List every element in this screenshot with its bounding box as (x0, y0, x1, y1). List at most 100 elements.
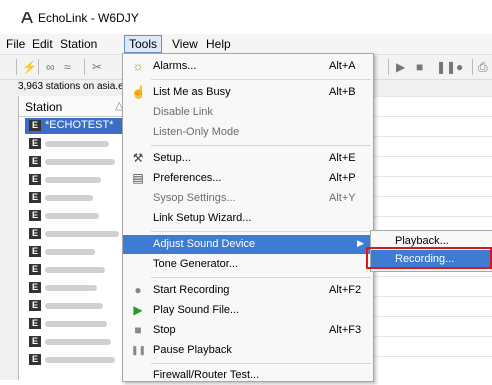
menu-item-label: Start Recording (153, 284, 230, 296)
station-row[interactable]: E (25, 352, 129, 368)
toolbar-separator (16, 59, 17, 75)
lightning-icon[interactable]: ⚡ (22, 59, 37, 75)
station-row[interactable]: E (25, 334, 129, 350)
menu-item-preferences[interactable]: ▤ Preferences... Alt+P (123, 169, 373, 188)
station-icon: E (29, 174, 41, 185)
station-icon: E (29, 282, 41, 293)
station-row[interactable]: E (25, 262, 129, 278)
menu-item-label: Firewall/Router Test... (153, 369, 260, 381)
station-row[interactable]: E (25, 226, 129, 242)
stop-icon[interactable]: ■ (416, 59, 423, 75)
menu-item-list-me-as-busy[interactable]: ☝ List Me as Busy Alt+B (123, 83, 373, 102)
station-icon: E (29, 336, 41, 347)
toolbar-separator (388, 59, 389, 75)
menu-item-label: Preferences... (153, 172, 222, 184)
blurred-station-name (45, 357, 115, 363)
scissors-icon[interactable]: ✂ (92, 59, 102, 75)
menu-view[interactable]: View (172, 37, 198, 51)
station-icon: E (29, 264, 41, 275)
menu-item-shortcut: Alt+B (329, 86, 356, 98)
station-row[interactable]: E (25, 172, 129, 188)
submenu-item-label: Playback... (395, 235, 449, 247)
station-icon: E (29, 120, 41, 131)
blurred-station-name (45, 177, 101, 183)
menu-item-start-recording[interactable]: ● Start Recording Alt+F2 (123, 281, 373, 300)
menu-item-alarms[interactable]: ☼ Alarms... Alt+A (123, 57, 373, 76)
menu-item-disable-link[interactable]: Disable Link (123, 103, 373, 122)
menu-item-stop[interactable]: ■ Stop Alt+F3 (123, 321, 373, 340)
title-bar: EchoLink - W6DJY (0, 0, 492, 34)
menu-tools[interactable]: Tools (124, 35, 163, 53)
blurred-station-name (45, 141, 109, 147)
grid-line (370, 116, 492, 117)
menu-item-pause-playback[interactable]: ❚❚ Pause Playback (123, 341, 373, 360)
menu-edit[interactable]: Edit (32, 37, 53, 51)
station-row[interactable]: E (25, 154, 129, 170)
menu-bar: File Edit Station Tools View Help (0, 34, 492, 55)
menu-item-label: Tone Generator... (153, 258, 238, 270)
grid-line (370, 196, 492, 197)
menu-item-label: Play Sound File... (153, 304, 240, 316)
submenu-arrow-icon: ▶ (357, 238, 364, 248)
menu-item-adjust-sound-device[interactable]: Adjust Sound Device ▶ (123, 235, 373, 254)
menu-item-label: Listen-Only Mode (153, 126, 240, 138)
menu-item-tone-generator[interactable]: Tone Generator... (123, 255, 373, 274)
disconnect-icon[interactable]: ≈ (64, 59, 71, 75)
station-row[interactable]: E (25, 298, 129, 314)
tools-menu: ☼ Alarms... Alt+A ☝ List Me as Busy Alt+… (122, 53, 374, 382)
menu-item-shortcut: Alt+A (329, 60, 356, 72)
blurred-station-name (45, 339, 111, 345)
grid-line (370, 176, 492, 177)
menu-station[interactable]: Station (60, 37, 97, 51)
menu-item-sysop-settings[interactable]: Sysop Settings... Alt+Y (123, 189, 373, 208)
station-count: 3,963 stations on asia.e (18, 81, 124, 92)
print-icon[interactable]: ⎙ (478, 59, 488, 75)
station-icon: E (29, 246, 41, 257)
blurred-station-name (45, 159, 115, 165)
toolbar-separator (472, 59, 473, 75)
blurred-station-name (45, 231, 119, 237)
stop-icon: ■ (134, 323, 142, 337)
alarm-icon: ☼ (132, 59, 144, 73)
blurred-station-name (45, 321, 107, 327)
menu-item-listen-only-mode[interactable]: Listen-Only Mode (123, 123, 373, 142)
menu-item-setup[interactable]: ⚒ Setup... Alt+E (123, 149, 373, 168)
station-icon: E (29, 300, 41, 311)
station-column-header[interactable]: Station △ (19, 96, 129, 117)
grid-line (370, 296, 492, 297)
menu-item-label: List Me as Busy (153, 86, 231, 98)
grid-line (370, 216, 492, 217)
echolink-icon (20, 11, 34, 25)
pause-icon[interactable]: ❚❚ (436, 59, 456, 75)
menu-file[interactable]: File (6, 37, 25, 51)
menu-help[interactable]: Help (206, 37, 231, 51)
grid-line (370, 316, 492, 317)
station-row[interactable]: E (25, 208, 129, 224)
menu-item-play-sound-file[interactable]: ▶ Play Sound File... (123, 301, 373, 320)
menu-item-firewall-router-test[interactable]: Firewall/Router Test... (123, 366, 373, 385)
menu-item-shortcut: Alt+Y (329, 192, 356, 204)
station-row-selected[interactable]: E *ECHOTEST* (25, 118, 129, 134)
station-row[interactable]: E (25, 244, 129, 260)
pause-icon: ❚❚ (131, 345, 147, 355)
connect-icon[interactable]: ∞ (46, 59, 55, 75)
menu-separator (151, 231, 371, 232)
menu-separator (151, 277, 371, 278)
menu-item-label: Stop (153, 324, 176, 336)
station-row[interactable]: E (25, 136, 129, 152)
toolbar-separator (38, 59, 39, 75)
station-row[interactable]: E (25, 316, 129, 332)
menu-separator (151, 79, 371, 80)
busy-icon: ☝ (131, 85, 146, 99)
menu-separator (151, 145, 371, 146)
menu-item-label: Disable Link (153, 106, 213, 118)
menu-item-link-setup-wizard[interactable]: Link Setup Wizard... (123, 209, 373, 228)
blurred-station-name (45, 285, 97, 291)
play-icon[interactable]: ▶ (396, 59, 405, 75)
station-row[interactable]: E (25, 280, 129, 296)
grid-line (370, 96, 492, 97)
menu-item-shortcut: Alt+P (329, 172, 356, 184)
toolbar-separator (84, 59, 85, 75)
station-row[interactable]: E (25, 190, 129, 206)
record-icon[interactable]: ● (456, 59, 463, 75)
